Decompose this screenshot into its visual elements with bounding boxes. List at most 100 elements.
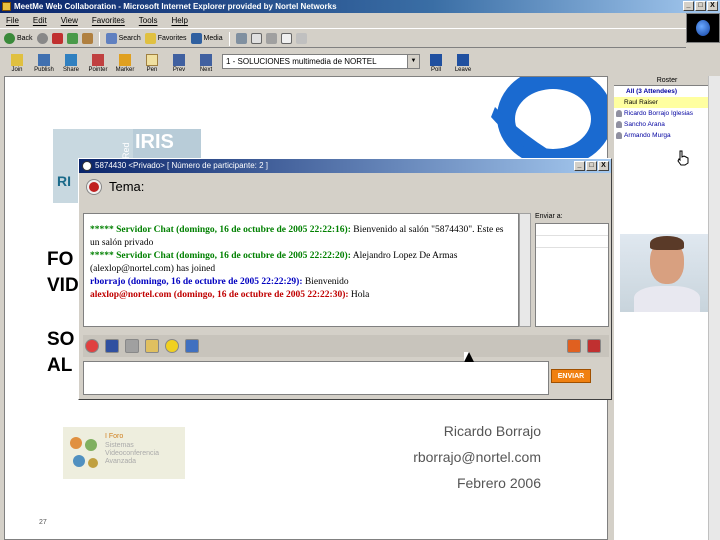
back-arrow-icon xyxy=(4,33,15,44)
media-button[interactable]: Media xyxy=(190,33,223,44)
history-button[interactable] xyxy=(235,33,247,44)
menu-view[interactable]: View xyxy=(61,13,78,28)
chat-minimize-button[interactable]: _ xyxy=(574,161,585,171)
color-icon[interactable] xyxy=(185,339,199,353)
send-to-row[interactable] xyxy=(536,236,608,248)
send-button[interactable]: ENVIAR xyxy=(551,369,591,383)
minimize-button[interactable]: _ xyxy=(683,1,694,11)
search-button[interactable]: Search xyxy=(105,33,141,44)
person-icon xyxy=(616,110,622,117)
media-icon xyxy=(190,33,202,44)
foro-line: I Foro xyxy=(105,433,124,440)
roster-item[interactable]: Armando Murga xyxy=(614,130,720,141)
chat-window-controls: _ □ X xyxy=(574,161,609,171)
print-icon[interactable] xyxy=(125,339,139,353)
favorites-icon xyxy=(144,33,156,44)
users-icon[interactable] xyxy=(567,339,581,353)
menu-edit[interactable]: Edit xyxy=(33,13,47,28)
window-controls: _ □ X xyxy=(683,1,718,11)
chevron-down-icon[interactable]: ▼ xyxy=(407,55,419,68)
chat-close-button[interactable]: X xyxy=(598,161,609,171)
next-button[interactable]: Next xyxy=(195,54,217,73)
leave-button[interactable]: Leave xyxy=(452,54,474,73)
maximize-button[interactable]: □ xyxy=(695,1,706,11)
media-label: Media xyxy=(203,35,223,42)
refresh-button[interactable] xyxy=(66,33,78,44)
pointer-button[interactable]: Pointer xyxy=(87,54,109,73)
pen-button[interactable]: Pen xyxy=(141,54,163,73)
forward-button[interactable] xyxy=(36,33,48,44)
poll-icon xyxy=(430,54,442,66)
mail-icon xyxy=(250,33,262,44)
vertical-scrollbar[interactable] xyxy=(708,76,720,540)
app-icon xyxy=(2,2,11,11)
slide-page-number: 27 xyxy=(39,519,47,526)
leave-label: Leave xyxy=(454,67,472,73)
prev-button[interactable]: Prev xyxy=(168,54,190,73)
back-button[interactable]: Back xyxy=(4,33,33,44)
close-button[interactable]: X xyxy=(707,1,718,11)
chat-sender: ***** Servidor Chat (domingo, 16 de octu… xyxy=(90,251,351,261)
save-icon[interactable] xyxy=(105,339,119,353)
chat-log-scrollbar[interactable] xyxy=(519,213,531,327)
chat-maximize-button[interactable]: □ xyxy=(586,161,597,171)
person-icon xyxy=(616,121,622,128)
roster-item[interactable]: Ricardo Borrajo Iglesias xyxy=(614,108,720,119)
poll-label: Poll xyxy=(430,67,441,73)
private-chat-window: 5874430 <Privado> [ Número de participan… xyxy=(78,158,612,400)
clear-icon[interactable] xyxy=(587,339,601,353)
join-button[interactable]: Join xyxy=(6,54,28,73)
publish-button[interactable]: Publish xyxy=(33,54,55,73)
person-icon xyxy=(616,132,622,139)
stop-button[interactable] xyxy=(51,33,63,44)
roster-all-attendees[interactable]: All (3 Attendees) xyxy=(614,86,720,97)
clock-icon[interactable] xyxy=(85,339,99,353)
menu-help[interactable]: Help xyxy=(171,13,187,28)
chat-text: Hola xyxy=(348,290,370,300)
chat-window-icon xyxy=(82,161,92,171)
rediris-iris-text: IRIS xyxy=(135,131,174,153)
next-label: Next xyxy=(199,67,213,73)
join-label: Join xyxy=(11,67,23,73)
ie-throbber-icon xyxy=(686,13,720,43)
home-button[interactable] xyxy=(81,33,93,44)
menu-file[interactable]: File xyxy=(6,13,19,28)
menu-favorites[interactable]: Favorites xyxy=(92,13,125,28)
edit-button[interactable] xyxy=(280,33,292,44)
smiley-icon[interactable] xyxy=(165,339,179,353)
mail-button[interactable] xyxy=(250,33,262,44)
join-icon xyxy=(11,54,23,66)
marker-button[interactable]: Marker xyxy=(114,54,136,73)
presenter-date: Febrero 2006 xyxy=(456,475,541,491)
back-label: Back xyxy=(17,35,33,42)
menu-tools[interactable]: Tools xyxy=(139,13,158,28)
share-label: Share xyxy=(62,67,79,73)
roster-item[interactable]: Sancho Arana xyxy=(614,119,720,130)
roster-item-label: Armando Murga xyxy=(624,132,671,139)
chat-message-input[interactable] xyxy=(83,361,549,395)
roster-item-label: Sancho Arana xyxy=(624,121,665,128)
video-person-hair xyxy=(650,236,684,250)
poll-button[interactable]: Poll xyxy=(425,54,447,73)
print-button[interactable] xyxy=(265,33,277,44)
pen-label: Pen xyxy=(146,67,158,73)
standard-toolbar: Back Search Favorites Media xyxy=(0,30,686,48)
roster-item-label: Ricardo Borrajo Iglesias xyxy=(624,110,694,117)
pointer-label: Pointer xyxy=(88,67,108,73)
publish-icon xyxy=(38,54,50,66)
send-to-row[interactable] xyxy=(536,224,608,236)
slide-select-value: 1 - SOLUCIONES multimedia de NORTEL xyxy=(226,57,377,66)
forward-arrow-icon xyxy=(36,33,48,44)
send-to-list[interactable] xyxy=(535,223,609,327)
share-button[interactable]: Share xyxy=(60,54,82,73)
slide-select[interactable]: 1 - SOLUCIONES multimedia de NORTEL ▼ xyxy=(222,54,420,69)
font-icon[interactable] xyxy=(145,339,159,353)
menu-bar: File Edit View Favorites Tools Help xyxy=(0,13,720,29)
discuss-button[interactable] xyxy=(295,33,307,44)
chat-text: Bienvenido xyxy=(302,277,349,287)
chat-sender: alexlop@nortel.com (domingo, 16 de octub… xyxy=(90,290,349,300)
roster-item-selected[interactable]: Raul Raiser xyxy=(614,97,720,108)
favorites-button[interactable]: Favorites xyxy=(144,33,187,44)
toolbar-separator xyxy=(228,31,230,46)
foro-line: Sistemas xyxy=(105,442,134,449)
